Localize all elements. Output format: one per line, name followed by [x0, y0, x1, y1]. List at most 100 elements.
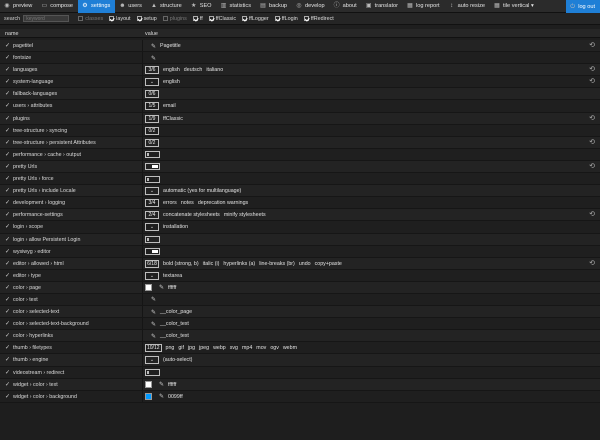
selection-count-button[interactable]: 2/4: [145, 211, 159, 220]
pencil-icon[interactable]: ✎: [151, 296, 156, 303]
toggle-switch[interactable]: [145, 236, 160, 243]
filter-checkbox[interactable]: [242, 16, 248, 21]
search-input[interactable]: [23, 15, 70, 22]
pencil-icon[interactable]: ✎: [151, 333, 156, 340]
table-row[interactable]: ✓ pagetitel ✎ Pagetitle ⟲: [0, 40, 600, 53]
tab-preview[interactable]: ◉ preview: [0, 0, 37, 13]
toggle-switch[interactable]: [145, 175, 160, 183]
reset-icon[interactable]: ⟲: [589, 78, 595, 85]
pencil-icon[interactable]: ✎: [159, 381, 164, 388]
selection-count-button[interactable]: 3/4: [145, 199, 159, 208]
toggle-switch[interactable]: [145, 369, 160, 377]
table-row[interactable]: ✓ pretty Urls › force: [0, 173, 600, 186]
table-row[interactable]: ✓ widget › color › text ✎ ffffff: [0, 378, 600, 391]
table-row[interactable]: ✓ languages 3/6 english deutsch italiano ⟲: [0, 64, 600, 77]
reset-icon[interactable]: ⟲: [589, 163, 595, 170]
tab-develop[interactable]: ◎ develop: [292, 0, 330, 13]
table-row[interactable]: ✓ widget › color › background ✎ 0099ff: [0, 390, 600, 403]
pencil-icon[interactable]: ✎: [151, 309, 156, 316]
chevron-down-icon[interactable]: ⌄: [145, 78, 159, 87]
tab-tile-vertical[interactable]: ▦ tile vertical ▾: [490, 0, 539, 13]
table-row[interactable]: ✓ login › scope ⌄ installation: [0, 221, 600, 234]
table-row[interactable]: ✓ color › hyperlinks ✎ __color_text: [0, 330, 600, 343]
filter-checkbox[interactable]: [78, 16, 84, 21]
table-row[interactable]: ✓ pretty Urls ⟲: [0, 160, 600, 174]
toggle-switch[interactable]: [145, 163, 160, 171]
pencil-icon[interactable]: ✎: [159, 284, 164, 291]
table-row[interactable]: ✓ editor › type ⌄ textarea: [0, 269, 600, 282]
reset-icon[interactable]: ⟲: [589, 115, 595, 122]
selection-count-button[interactable]: 3/6: [145, 66, 159, 75]
tab-statistics[interactable]: ▥ statistics: [217, 0, 256, 13]
reset-icon[interactable]: ⟲: [589, 211, 595, 218]
filter-checkbox[interactable]: [136, 16, 142, 21]
filter-plugins[interactable]: plugins: [162, 16, 187, 22]
selection-count-button[interactable]: 1/5: [145, 102, 159, 111]
chevron-down-icon[interactable]: ⌄: [145, 187, 159, 196]
table-row[interactable]: ✓ color › selected-text ✎ __color_page: [0, 306, 600, 319]
filter-ff[interactable]: ff: [192, 16, 203, 22]
chevron-down-icon[interactable]: ⌄: [145, 271, 159, 280]
table-row[interactable]: ✓ thumb › filetypes 10/12 png gif jpg jpeg webp…: [0, 342, 600, 355]
table-row[interactable]: ✓ wysiwyg › editor: [0, 245, 600, 258]
color-swatch[interactable]: [145, 284, 152, 292]
table-row[interactable]: ✓ fontsize ✎: [0, 52, 600, 65]
tab-backup[interactable]: ▤ backup: [256, 0, 292, 13]
reset-icon[interactable]: ⟲: [589, 139, 595, 146]
pencil-icon[interactable]: ✎: [151, 321, 156, 328]
table-row[interactable]: ✓ pretty Urls › include Locale ⌄ automatic …: [0, 185, 600, 198]
table-row[interactable]: ✓ development › logging 3/4 errors notes depr…: [0, 197, 600, 210]
tab-structure[interactable]: ▲ structure: [147, 0, 187, 13]
table-row[interactable]: ✓ color › page ✎ ffffff: [0, 281, 600, 294]
filter-ffclassic[interactable]: ffClassic: [208, 16, 236, 22]
table-row[interactable]: ✓ system-language ⌄ english ⟲: [0, 76, 600, 89]
reset-icon[interactable]: ⟲: [589, 260, 595, 267]
table-row[interactable]: ✓ performance › cache › output: [0, 148, 600, 161]
tab-users[interactable]: ☻ users: [115, 0, 147, 13]
filter-checkbox[interactable]: [192, 16, 198, 21]
filter-checkbox[interactable]: [109, 16, 115, 21]
table-row[interactable]: ✓ editor › allowed › html 6/18 bold (strong…: [0, 257, 600, 270]
table-row[interactable]: ✓ fallback-languages 0/6: [0, 88, 600, 101]
table-row[interactable]: ✓ tree-structure › syncing 0/2: [0, 124, 600, 137]
color-swatch[interactable]: [145, 381, 152, 389]
pencil-icon[interactable]: ✎: [159, 393, 164, 400]
filter-ffredirect[interactable]: ffRedirect: [303, 16, 334, 22]
filter-classes[interactable]: classes: [78, 16, 103, 22]
table-row[interactable]: ✓ performance-settings 2/4 concatenate styl…: [0, 209, 600, 222]
selection-count-button[interactable]: 10/12: [145, 344, 162, 353]
pencil-icon[interactable]: ✎: [151, 55, 156, 62]
chevron-down-icon[interactable]: ⌄: [145, 223, 159, 232]
toggle-switch[interactable]: [145, 248, 160, 256]
reset-icon[interactable]: ⟲: [589, 66, 595, 73]
filter-fflogin[interactable]: ffLogin: [274, 16, 298, 22]
selection-count-button[interactable]: 0/2: [145, 126, 159, 135]
filter-fflogger[interactable]: ffLogger: [242, 16, 269, 22]
selection-count-button[interactable]: 0/6: [145, 90, 159, 99]
filter-checkbox[interactable]: [274, 16, 280, 21]
reset-icon[interactable]: ⟲: [589, 42, 595, 49]
table-row[interactable]: ✓ color › text ✎: [0, 293, 600, 307]
filter-checkbox[interactable]: [303, 16, 309, 21]
table-row[interactable]: ✓ plugins 1/9 ffClassic ⟲: [0, 112, 600, 125]
chevron-down-icon[interactable]: ⌄: [145, 356, 159, 365]
logout-button[interactable]: ⏻ log out: [566, 0, 600, 13]
filter-checkbox[interactable]: [208, 16, 214, 21]
tab-about[interactable]: ⓘ about: [330, 0, 362, 13]
selection-count-button[interactable]: 0/2: [145, 138, 159, 147]
table-row[interactable]: ✓ users › attributes 1/5 email: [0, 100, 600, 113]
tab-settings[interactable]: ⚙ settings: [77, 0, 116, 13]
tab-auto-resize[interactable]: ↕ auto resize: [445, 0, 490, 13]
pencil-icon[interactable]: ✎: [151, 43, 156, 50]
filter-setup[interactable]: setup: [136, 16, 157, 22]
table-row[interactable]: ✓ videostream › redirect: [0, 366, 600, 379]
table-row[interactable]: ✓ thumb › engine ⌄ (auto-select): [0, 354, 600, 367]
tab-seo[interactable]: ★ SEO: [187, 0, 217, 13]
toggle-switch[interactable]: [145, 151, 160, 159]
color-swatch[interactable]: [145, 393, 152, 401]
filter-layout[interactable]: layout: [109, 16, 131, 22]
tab-log-report[interactable]: ▦ log report: [403, 0, 445, 13]
selection-count-button[interactable]: 6/18: [145, 259, 159, 268]
table-row[interactable]: ✓ color › selected-text-background ✎ __colo…: [0, 318, 600, 331]
table-row[interactable]: ✓ login › allow Persistent Login: [0, 233, 600, 246]
